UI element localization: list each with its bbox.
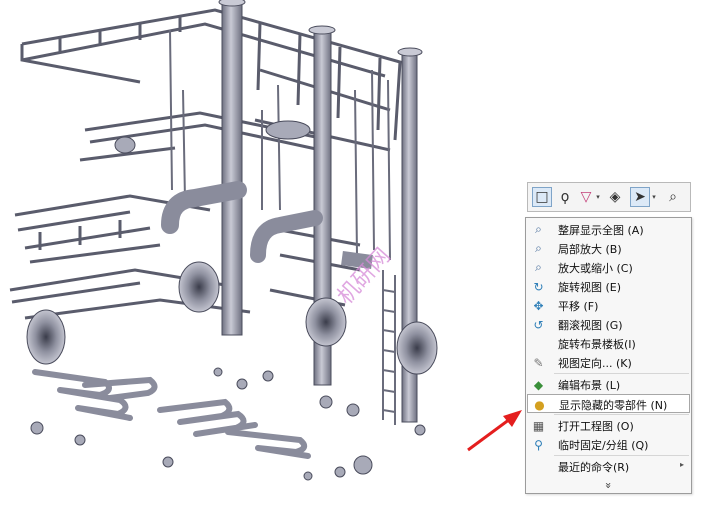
watermark-text: 机研网: [333, 244, 396, 310]
filter-icon[interactable]: ▽: [578, 187, 594, 207]
pointer-arrow: [467, 410, 522, 452]
menu-separator: [554, 414, 689, 415]
flange-disc-4: [26, 309, 66, 365]
elbow-pipe-2: [250, 210, 323, 263]
lasso-icon[interactable]: ϙ: [556, 187, 574, 207]
piping-assembly-model: [9, 0, 438, 481]
rotate-view-icon: ↻: [533, 279, 544, 294]
flange-disc-1: [178, 261, 220, 313]
context-menu: ⌕ 整屏显示全图 (A) ⌕ 局部放大 (B) ⌕ 放大或缩小 (C) ↻ 旋转…: [525, 217, 692, 494]
menu-item-view-orientation[interactable]: ✎ 视图定向... (K): [527, 353, 690, 372]
flange-disc-2: [305, 297, 347, 347]
open-drawing-icon: ▦: [532, 418, 545, 433]
menu-item-show-hidden-components[interactable]: ● 显示隐藏的零部件 (N): [527, 394, 690, 413]
select-arrow-icon[interactable]: ➤: [630, 187, 650, 207]
chevron-down-icon[interactable]: ▾: [594, 187, 602, 207]
zoom-to-area-icon: ⌕: [535, 241, 542, 255]
edit-scene-icon: ◆: [533, 377, 544, 392]
chevron-right-icon: ▸: [679, 460, 684, 469]
menu-separator: [554, 373, 689, 374]
expand-chevron-icon: »: [601, 482, 615, 489]
temporary-fix-icon: ⚲: [534, 437, 543, 452]
menu-separator: [554, 455, 689, 456]
zoom-to-fit-icon: ⌕: [535, 222, 542, 236]
menu-item-pan[interactable]: ✥ 平移 (F): [527, 296, 690, 315]
menu-item-zoom-to-area[interactable]: ⌕ 局部放大 (B): [527, 239, 690, 258]
menu-item-roll-view[interactable]: ↺ 翻滚视图 (G): [527, 315, 690, 334]
view-orientation-icon: ✎: [533, 355, 544, 370]
flange-disc-3: [396, 321, 438, 375]
selection-box-icon[interactable]: □: [532, 187, 552, 207]
menu-item-zoom-in-out[interactable]: ⌕ 放大或缩小 (C): [527, 258, 690, 277]
menu-expand-button[interactable]: »: [527, 476, 690, 495]
zoom-in-out-icon: ⌕: [535, 260, 542, 274]
chevron-down-icon[interactable]: ▾: [650, 187, 658, 207]
menu-item-rotate-scene-floor[interactable]: 旋转布景楼板(I): [527, 334, 690, 353]
menu-item-rotate-view[interactable]: ↻ 旋转视图 (E): [527, 277, 690, 296]
zoom-icon[interactable]: ⌕: [664, 187, 682, 207]
context-toolbar: □ ϙ ▽ ▾ ◈ ➤ ▾ ⌕: [527, 182, 691, 212]
column-pipe-1: [221, 0, 243, 336]
menu-item-recent-commands[interactable]: 最近的命令(R) ▸: [527, 457, 690, 476]
menu-item-open-drawing[interactable]: ▦ 打开工程图 (O): [527, 416, 690, 435]
view-orientation-icon[interactable]: ◈: [606, 187, 624, 207]
menu-item-zoom-to-fit[interactable]: ⌕ 整屏显示全图 (A): [527, 220, 690, 239]
top-railing-frame: [20, 8, 402, 152]
menu-item-temporary-fix-group[interactable]: ⚲ 临时固定/分组 (Q): [527, 435, 690, 454]
show-hidden-components-icon: ●: [534, 397, 545, 412]
menu-item-edit-scene[interactable]: ◆ 编辑布景 (L): [527, 375, 690, 394]
roll-view-icon: ↺: [533, 317, 544, 332]
pan-icon: ✥: [533, 298, 544, 313]
